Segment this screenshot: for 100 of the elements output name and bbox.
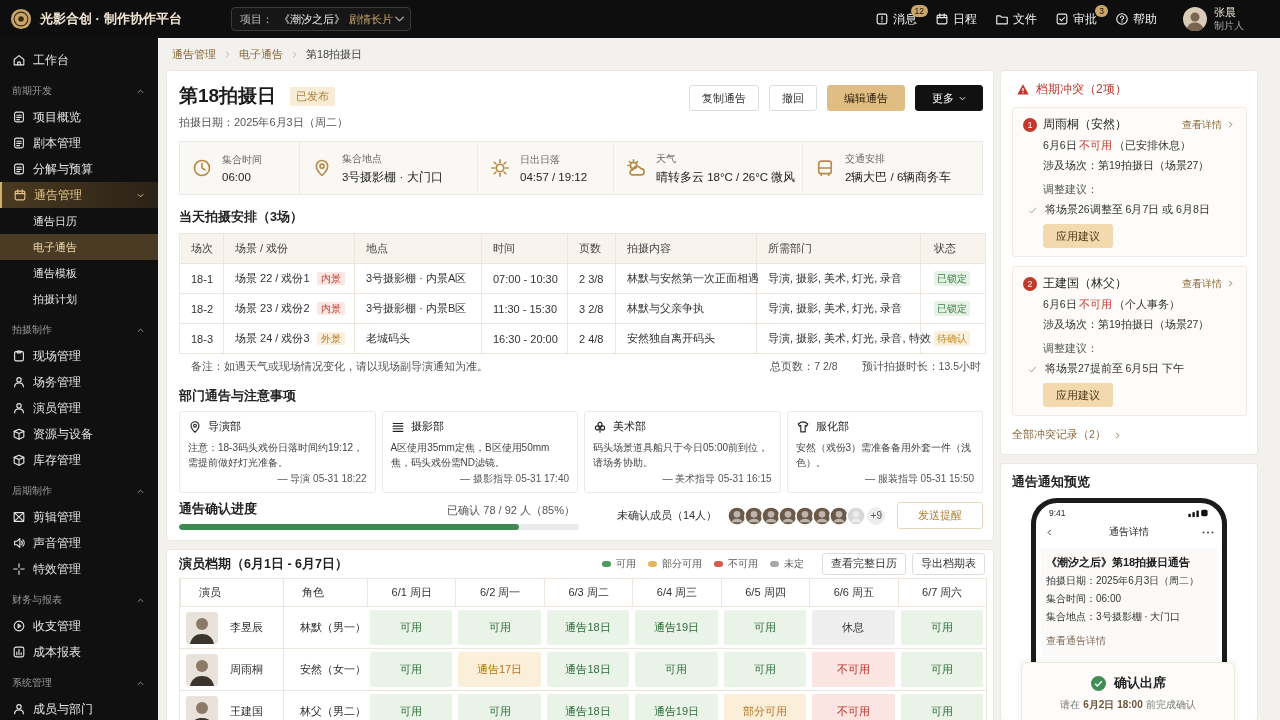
suggestion-text: 将场景27提前至 6月5日 下午 — [1045, 362, 1185, 376]
actor-name: 王建国 — [230, 704, 263, 719]
role-name: 安然（女一） — [300, 662, 366, 677]
crossed-square-icon — [12, 510, 26, 524]
availability-cell: 可用 — [900, 610, 983, 645]
table-cell: 16:30 - 20:00 — [493, 332, 558, 345]
column-header: 页数 — [579, 242, 601, 254]
apply-button[interactable]: 应用建议 — [1043, 383, 1113, 407]
action-button[interactable]: 更多 — [915, 85, 983, 111]
action-button[interactable]: 编辑通告 — [827, 85, 905, 111]
confirm-label[interactable]: 确认出席 — [1113, 674, 1166, 692]
column-header: 6/6 周五 — [833, 585, 875, 600]
info-value: 2辆大巴 / 6辆商务车 — [845, 169, 952, 185]
sidebar-section-header[interactable]: 后期制作 — [0, 478, 158, 504]
sidebar-section-header[interactable]: 系统管理 — [0, 670, 158, 696]
table-cell: 3号摄影棚 · 内景A区 — [366, 272, 467, 284]
actor-name: 李昱辰 — [230, 620, 263, 635]
sidebar-item[interactable]: 特效管理 — [0, 556, 158, 582]
details-link[interactable]: 查看通告详情 — [1046, 634, 1212, 648]
sidebar-item[interactable]: 成员与部门 — [0, 696, 158, 720]
sidebar-section-header[interactable]: 财务与报表 — [0, 587, 158, 613]
sidebar-item[interactable]: 项目概览 — [0, 104, 158, 130]
sidebar-subitem[interactable]: 拍摄计划 — [0, 286, 158, 312]
help-icon — [1115, 12, 1129, 26]
details-link[interactable]: 查看详情 — [1182, 276, 1236, 291]
legend-label: 不可用 — [728, 557, 758, 571]
sidebar-item[interactable]: 工作台 — [0, 47, 158, 73]
actor-name: 周雨桐 — [230, 662, 263, 677]
column-header: 场景 / 戏份 — [235, 242, 289, 254]
remind-button[interactable]: 发送提醒 — [897, 502, 983, 529]
column-header: 地点 — [366, 242, 388, 254]
section-title: 演员档期（6月1日 - 6月7日） — [179, 555, 348, 573]
scene-tag: 外景 — [316, 332, 345, 345]
nav-link[interactable]: 日程 — [935, 11, 977, 27]
sidebar-subitem[interactable]: 通告模板 — [0, 260, 158, 286]
sidebar-item[interactable]: 现场管理 — [0, 343, 158, 369]
nav-link[interactable]: 审批 — [1055, 11, 1097, 27]
availability-cell: 通告18日 — [546, 610, 630, 645]
column-header: 时间 — [493, 242, 515, 254]
check-icon — [1027, 204, 1038, 216]
sidebar-item[interactable]: 资源与设备 — [0, 421, 158, 447]
conflict-name: 王建国（林父） — [1043, 275, 1127, 292]
note-author: — 美术指导 05-31 16:15 — [661, 472, 772, 486]
sidebar-item[interactable]: 剪辑管理 — [0, 504, 158, 530]
action-button[interactable]: 撤回 — [769, 85, 817, 111]
avatar — [186, 653, 218, 686]
clock-icon — [192, 158, 212, 178]
sidebar-subitem[interactable]: 电子通告 — [0, 234, 158, 260]
column-header: 6/1 周日 — [391, 585, 432, 600]
all-conflicts-link[interactable]: 全部冲突记录（2） — [1012, 428, 1247, 442]
table-cell: 2 3/8 — [579, 272, 604, 285]
apply-button[interactable]: 应用建议 — [1043, 224, 1113, 248]
folder-icon — [995, 12, 1009, 26]
toolbar-button[interactable]: 查看完整日历 — [822, 553, 906, 575]
column-header: 6/4 周三 — [656, 585, 698, 600]
conflict-reason: （个人事务） — [1113, 298, 1180, 312]
info-value: 04:57 / 19:12 — [520, 171, 588, 183]
sidebar-subitem[interactable]: 通告日历 — [0, 208, 158, 234]
availability-cell: 不可用 — [812, 652, 895, 687]
availability-cell: 可用 — [458, 694, 541, 720]
sidebar-item[interactable]: 分解与预算 — [0, 156, 158, 182]
column-header: 拍摄内容 — [627, 242, 671, 254]
sidebar-item[interactable]: 声音管理 — [0, 530, 158, 556]
project-selector[interactable]: 项目： 《潮汐之后》 剧情长片 — [231, 7, 411, 31]
availability-cell: 通告19日 — [635, 610, 718, 645]
sidebar-item[interactable]: 通告管理 — [0, 182, 158, 208]
speaker-icon — [12, 536, 26, 550]
sidebar-item[interactable]: 收支管理 — [0, 613, 158, 639]
details-link[interactable]: 查看详情 — [1182, 117, 1236, 132]
note-author: — 导演 05-31 18:22 — [276, 472, 367, 486]
role-name: 林默（男一） — [300, 620, 366, 635]
nav-link[interactable]: 帮助 — [1115, 11, 1157, 27]
toolbar-button[interactable]: 导出档期表 — [912, 553, 985, 575]
section-title: 通告通知预览 — [1012, 474, 1091, 491]
clover-icon — [593, 419, 607, 434]
availability-cell: 休息 — [812, 610, 895, 645]
more-icon[interactable] — [1202, 530, 1214, 534]
column-header: 6/2 周一 — [479, 585, 521, 600]
conflict-date: 6月6日 — [1043, 139, 1077, 153]
nav-link[interactable]: 文件 — [995, 11, 1037, 27]
department-note: 注意：18-3码头戏份日落时间约19:12，需提前做好灯光准备。 — [188, 441, 365, 470]
number-badge: 1 — [1023, 117, 1037, 132]
sidebar-section-header[interactable]: 前期开发 — [0, 78, 158, 104]
sidebar-item[interactable]: 剧本管理 — [0, 130, 158, 156]
sidebar-item[interactable]: 演员管理 — [0, 395, 158, 421]
home-icon — [12, 53, 26, 67]
sidebar-item[interactable]: 场务管理 — [0, 369, 158, 395]
breadcrumb-item[interactable]: 通告管理 — [172, 46, 216, 62]
table-cell: 场景 24 / 戏份3 — [235, 332, 310, 344]
person-icon — [12, 401, 26, 415]
breadcrumb-item[interactable]: 电子通告 — [239, 46, 283, 62]
column-header: 场次 — [191, 242, 213, 254]
check-circle-icon — [1090, 675, 1106, 691]
sidebar-item[interactable]: 库存管理 — [0, 447, 158, 473]
action-button[interactable]: 复制通告 — [689, 85, 759, 111]
suggestion-label: 调整建议： — [1043, 342, 1099, 356]
sidebar-item[interactable]: 成本报表 — [0, 639, 158, 665]
note-author: — 摄影指导 05-31 17:40 — [459, 472, 569, 486]
column-header: 6/3 周二 — [568, 585, 609, 600]
sidebar-section-header[interactable]: 拍摄制作 — [0, 317, 158, 343]
